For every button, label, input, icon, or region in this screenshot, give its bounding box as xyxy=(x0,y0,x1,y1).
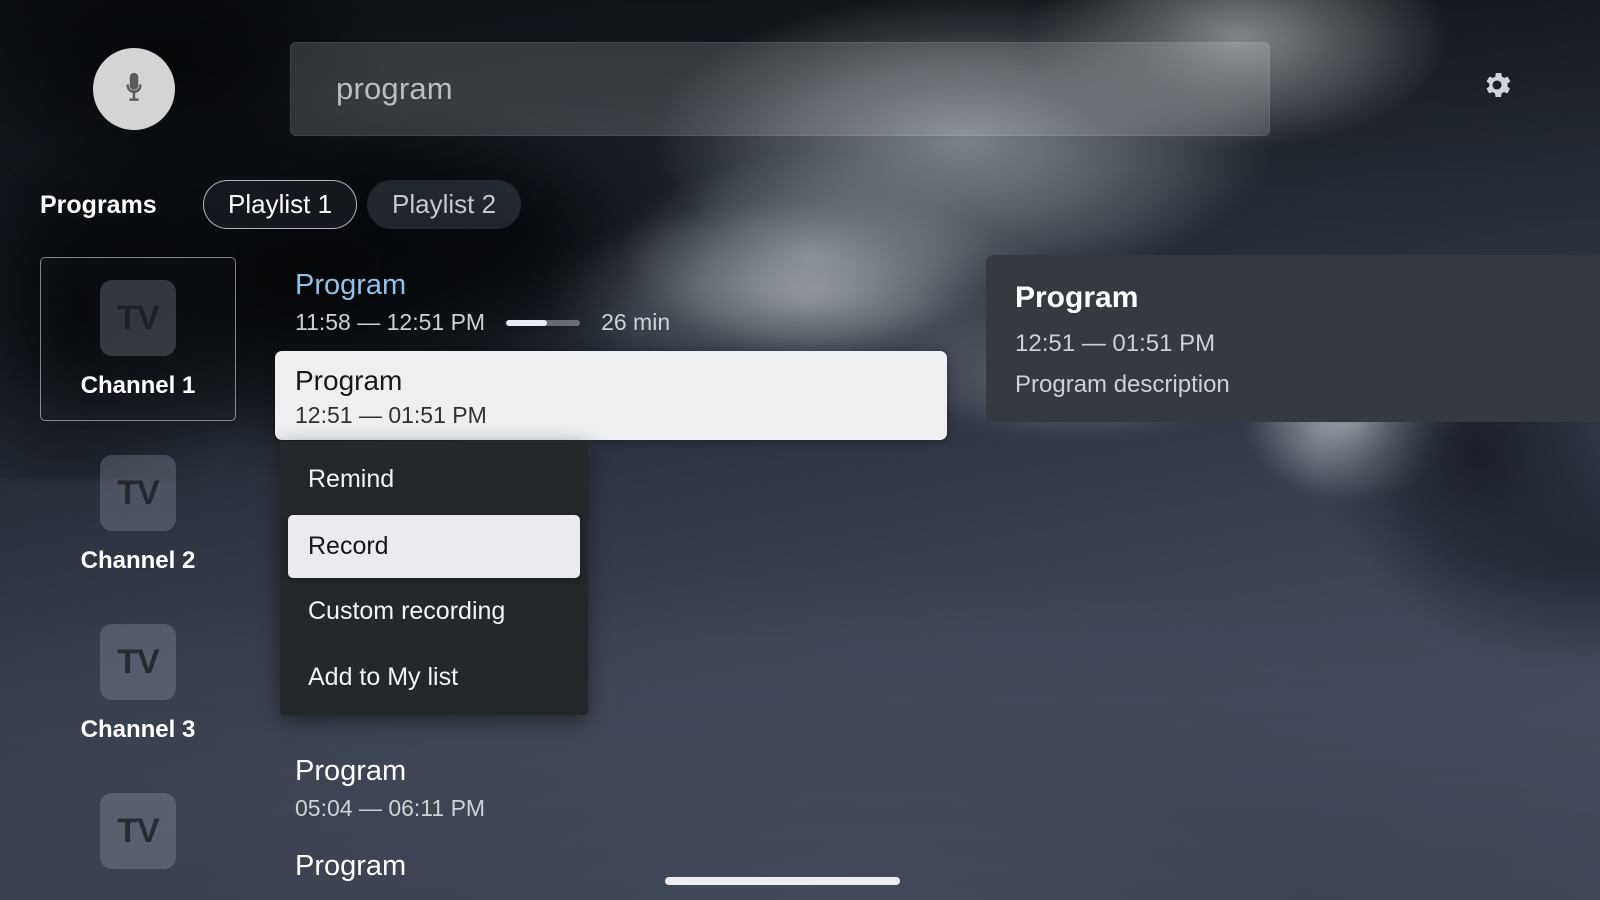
program-context-menu[interactable]: Remind Custom recording Add to My list xyxy=(280,441,588,715)
gear-icon xyxy=(1480,68,1514,107)
context-menu-item-remind[interactable]: Remind xyxy=(280,451,588,507)
tv-guide-screen: program Programs Playlist 1 Playlist 2 T… xyxy=(0,0,1600,900)
program-card-selected[interactable]: Program 12:51 — 01:51 PM xyxy=(275,351,947,440)
program-detail-title: Program xyxy=(1015,281,1139,314)
context-menu-item-record[interactable]: Record xyxy=(288,515,580,578)
program-card-selected-time: 12:51 — 01:51 PM xyxy=(295,402,487,428)
settings-button[interactable] xyxy=(1478,68,1516,106)
program-row-now-remaining: 26 min xyxy=(601,309,671,335)
program-row-now-time: 11:58 — 12:51 PM xyxy=(295,309,486,335)
program-row-now-title: Program xyxy=(295,269,407,301)
program-row-later-meta: 05:04 — 06:11 PM xyxy=(295,795,485,822)
program-row-now-meta: 11:58 — 12:51 PM 26 min xyxy=(295,309,670,336)
context-menu-item-add-to-my-list[interactable]: Add to My list xyxy=(280,649,588,705)
program-row-clipped[interactable]: Program xyxy=(295,852,575,900)
context-menu-item-custom-recording-label: Custom recording xyxy=(308,596,506,625)
program-detail-time: 12:51 — 01:51 PM xyxy=(1015,330,1216,357)
program-detail-panel: Program 12:51 — 01:51 PM Program descrip… xyxy=(986,255,1600,422)
program-card-selected-title: Program xyxy=(295,365,403,396)
context-menu-item-add-to-my-list-label: Add to My list xyxy=(308,662,459,691)
home-indicator[interactable] xyxy=(665,877,900,885)
program-row-later[interactable]: Program 05:04 — 06:11 PM xyxy=(295,755,485,822)
program-row-later-time: 05:04 — 06:11 PM xyxy=(295,795,486,821)
program-progress-bar xyxy=(506,319,581,326)
program-detail-description: Program description xyxy=(1015,371,1230,398)
program-row-clipped-title: Program xyxy=(295,852,407,882)
program-row-now[interactable]: Program 11:58 — 12:51 PM 26 min xyxy=(295,269,670,336)
context-menu-item-custom-recording[interactable]: Custom recording xyxy=(280,583,588,639)
program-row-later-title: Program xyxy=(295,755,407,787)
context-menu-item-record-label: Record xyxy=(308,532,389,560)
context-menu-item-remind-label: Remind xyxy=(308,464,395,493)
